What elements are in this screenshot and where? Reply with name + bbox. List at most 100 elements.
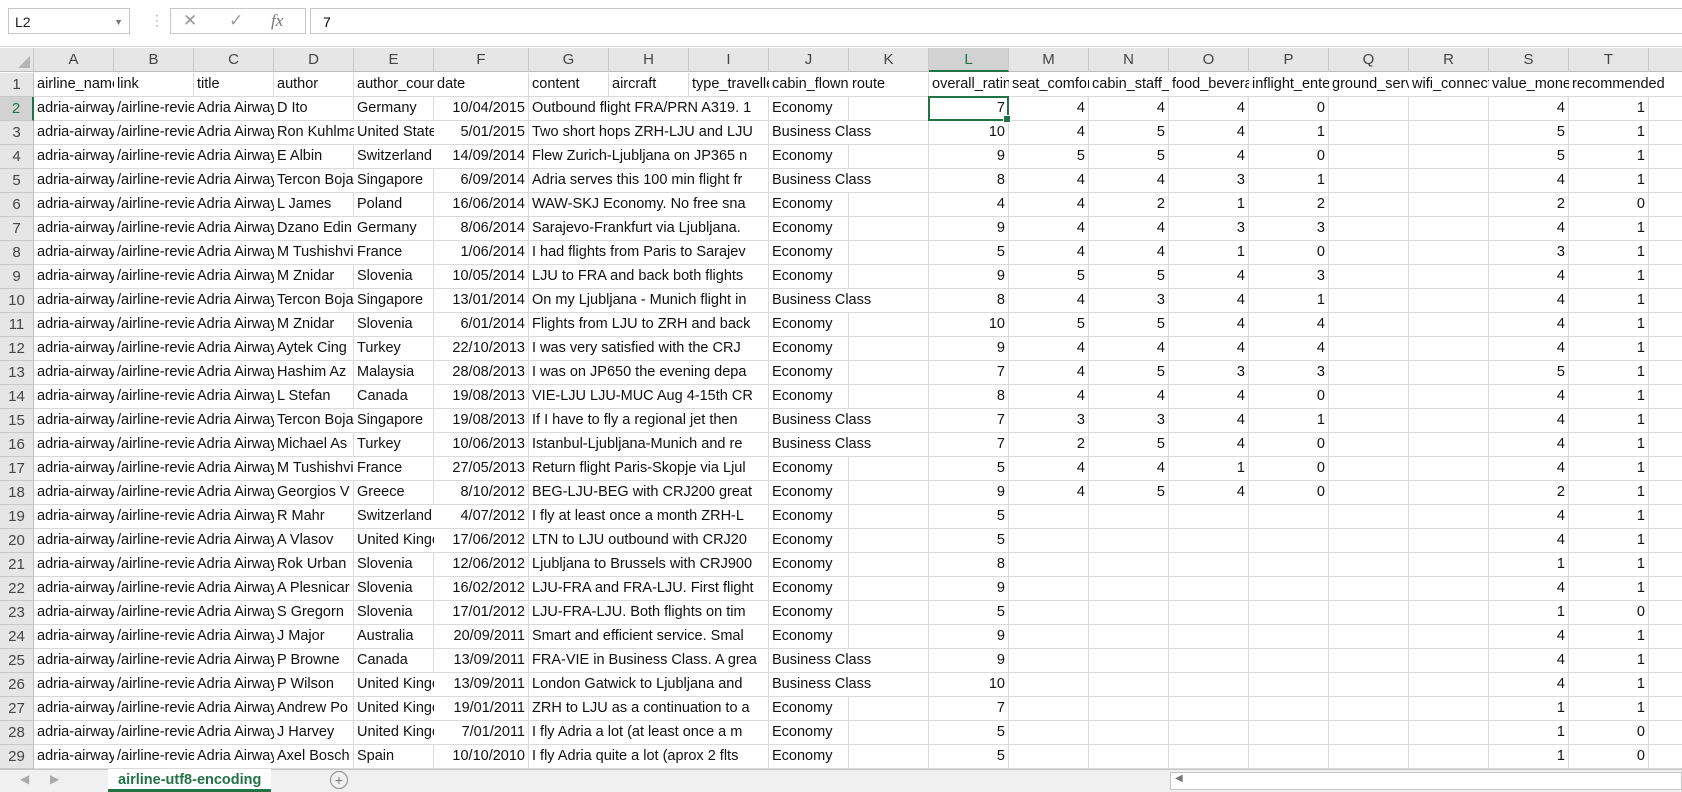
cell-E11[interactable]: Slovenia [354, 313, 434, 337]
cell-F29[interactable]: 10/10/2010 [434, 745, 529, 769]
cell-O2[interactable]: 4 [1169, 97, 1249, 121]
cell-M2[interactable]: 4 [1009, 97, 1089, 121]
cell-M10[interactable]: 4 [1009, 289, 1089, 313]
cell-N20[interactable] [1089, 529, 1169, 553]
cell-O6[interactable]: 1 [1169, 193, 1249, 217]
cell-Q23[interactable] [1329, 601, 1409, 625]
cell-L20[interactable]: 5 [929, 529, 1009, 553]
spreadsheet-grid[interactable]: ABCDEFGHIJKLMNOPQRSTU1airline_namelinkti… [0, 48, 1682, 769]
cell-K24[interactable] [849, 625, 929, 649]
cell-E16[interactable]: Turkey [354, 433, 434, 457]
cell-T26[interactable]: 1 [1569, 673, 1649, 697]
cell-N11[interactable]: 5 [1089, 313, 1169, 337]
cell-L5[interactable]: 8 [929, 169, 1009, 193]
cell-L26[interactable]: 10 [929, 673, 1009, 697]
horizontal-scrollbar[interactable]: ◀ [1170, 772, 1682, 790]
cell-E17[interactable]: France [354, 457, 434, 481]
cell-E27[interactable]: United Kingdom [354, 697, 434, 721]
cell-F16[interactable]: 10/06/2013 [434, 433, 529, 457]
cell-C29[interactable]: Adria Airways [194, 745, 274, 769]
row-header[interactable]: 13 [0, 361, 34, 385]
cell-B8[interactable]: /airline-reviews/adria-airways [114, 241, 194, 265]
cell-O8[interactable]: 1 [1169, 241, 1249, 265]
scroll-right-icon[interactable]: ▶ [50, 772, 59, 786]
cell-B14[interactable]: /airline-reviews/adria-airways [114, 385, 194, 409]
cell-F15[interactable]: 19/08/2013 [434, 409, 529, 433]
cell-C26[interactable]: Adria Airways [194, 673, 274, 697]
column-header-G[interactable]: G [529, 48, 609, 72]
cell-F22[interactable]: 16/02/2012 [434, 577, 529, 601]
cell-P20[interactable] [1249, 529, 1329, 553]
cell-N2[interactable]: 4 [1089, 97, 1169, 121]
cell-D28[interactable]: J Harvey [274, 721, 354, 745]
cell-T6[interactable]: 0 [1569, 193, 1649, 217]
cell-P17[interactable]: 0 [1249, 457, 1329, 481]
column-header-Q[interactable]: Q [1329, 48, 1409, 72]
cell-Q6[interactable] [1329, 193, 1409, 217]
cell-O22[interactable] [1169, 577, 1249, 601]
cell-K4[interactable] [849, 145, 929, 169]
cell-L16[interactable]: 7 [929, 433, 1009, 457]
cell-G13[interactable]: I was on JP650 the evening depa [529, 361, 750, 385]
cell-F12[interactable]: 22/10/2013 [434, 337, 529, 361]
cell-U2[interactable] [1649, 97, 1682, 121]
cell-A17[interactable]: adria-airways [34, 457, 114, 481]
row-header[interactable]: 28 [0, 721, 34, 745]
cell-Q16[interactable] [1329, 433, 1409, 457]
cell-K19[interactable] [849, 505, 929, 529]
cell-D8[interactable]: M Tushishvili [274, 241, 354, 265]
cell-B12[interactable]: /airline-reviews/adria-airways [114, 337, 194, 361]
cell-J15[interactable]: Business Class [769, 409, 875, 433]
name-box[interactable]: L2 ▼ [8, 8, 130, 34]
cell-C18[interactable]: Adria Airways [194, 481, 274, 505]
cell-O12[interactable]: 4 [1169, 337, 1249, 361]
cell-G1[interactable]: content [529, 73, 609, 97]
cell-D15[interactable]: Tercon Bojan [274, 409, 354, 433]
cell-Q8[interactable] [1329, 241, 1409, 265]
row-header[interactable]: 14 [0, 385, 34, 409]
cell-F5[interactable]: 6/09/2014 [434, 169, 529, 193]
cell-G15[interactable]: If I have to fly a regional jet then [529, 409, 741, 433]
cell-P5[interactable]: 1 [1249, 169, 1329, 193]
cell-B18[interactable]: /airline-reviews/adria-airways [114, 481, 194, 505]
cell-N26[interactable] [1089, 673, 1169, 697]
cell-J20[interactable]: Economy [769, 529, 849, 553]
cell-S24[interactable]: 4 [1489, 625, 1569, 649]
cell-C20[interactable]: Adria Airways [194, 529, 274, 553]
cell-G3[interactable]: Two short hops ZRH-LJU and LJU [529, 121, 756, 145]
cell-A18[interactable]: adria-airways [34, 481, 114, 505]
cell-N27[interactable] [1089, 697, 1169, 721]
cell-B2[interactable]: /airline-reviews/adria-airways [114, 97, 194, 121]
cell-T21[interactable]: 1 [1569, 553, 1649, 577]
cell-E2[interactable]: Germany [354, 97, 434, 121]
cell-G5[interactable]: Adria serves this 100 min flight fr [529, 169, 746, 193]
cell-E24[interactable]: Australia [354, 625, 434, 649]
cell-P9[interactable]: 3 [1249, 265, 1329, 289]
cell-C9[interactable]: Adria Airways [194, 265, 274, 289]
cell-S19[interactable]: 4 [1489, 505, 1569, 529]
column-header-J[interactable]: J [769, 48, 849, 72]
cell-U24[interactable] [1649, 625, 1682, 649]
cell-R16[interactable] [1409, 433, 1489, 457]
cell-P22[interactable] [1249, 577, 1329, 601]
cell-K8[interactable] [849, 241, 929, 265]
cell-P29[interactable] [1249, 745, 1329, 769]
cell-O4[interactable]: 4 [1169, 145, 1249, 169]
cell-G26[interactable]: London Gatwick to Ljubljana and [529, 673, 746, 697]
cell-B22[interactable]: /airline-reviews/adria-airways [114, 577, 194, 601]
cell-Q7[interactable] [1329, 217, 1409, 241]
cell-P16[interactable]: 0 [1249, 433, 1329, 457]
cell-A7[interactable]: adria-airways [34, 217, 114, 241]
row-header[interactable]: 19 [0, 505, 34, 529]
cell-G21[interactable]: Ljubljana to Brussels with CRJ900 [529, 553, 756, 577]
cell-U17[interactable] [1649, 457, 1682, 481]
cell-D13[interactable]: Hashim Az [274, 361, 354, 385]
cell-S4[interactable]: 5 [1489, 145, 1569, 169]
cell-C23[interactable]: Adria Airways [194, 601, 274, 625]
cell-M19[interactable] [1009, 505, 1089, 529]
cell-N24[interactable] [1089, 625, 1169, 649]
cell-G27[interactable]: ZRH to LJU as a continuation to a [529, 697, 753, 721]
cell-L19[interactable]: 5 [929, 505, 1009, 529]
cell-F9[interactable]: 10/05/2014 [434, 265, 529, 289]
cell-P25[interactable] [1249, 649, 1329, 673]
